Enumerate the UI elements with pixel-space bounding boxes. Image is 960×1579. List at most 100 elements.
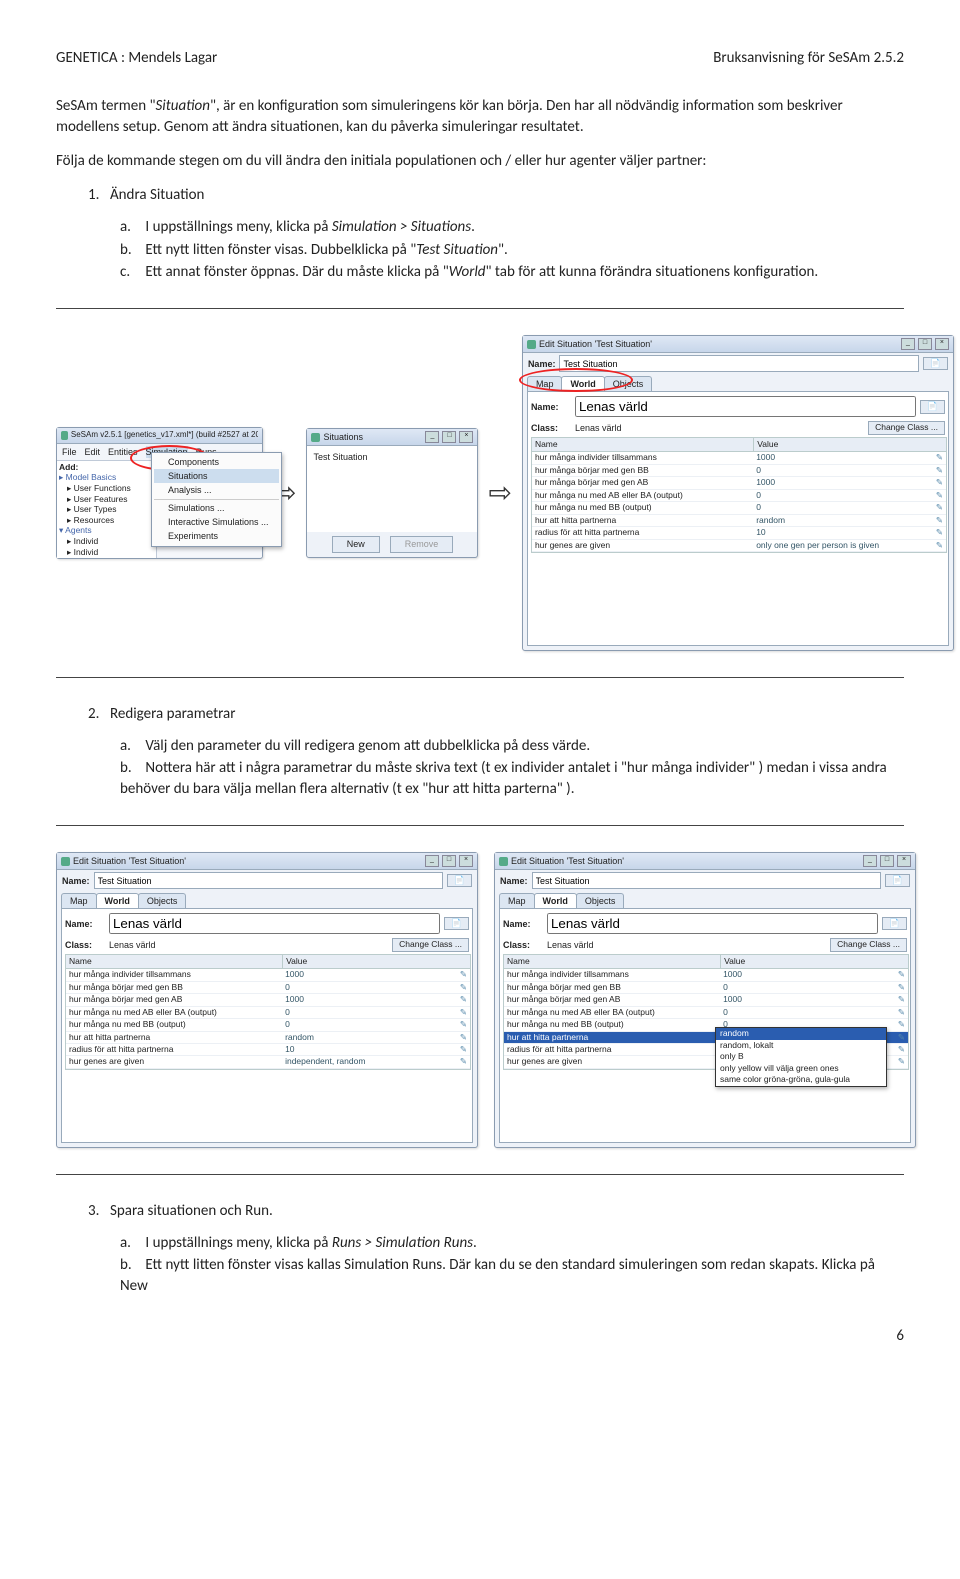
- titlebar[interactable]: Edit Situation 'Test Situation' _ □ ×: [523, 336, 953, 353]
- min-icon[interactable]: _: [425, 855, 439, 867]
- edit-icon[interactable]: ✎: [460, 982, 467, 993]
- prop-value[interactable]: only one gen per person is given ✎: [753, 540, 946, 551]
- note-button[interactable]: 📄: [444, 917, 469, 930]
- table-row[interactable]: hur många nu med AB eller BA (output)0 ✎: [504, 1007, 908, 1019]
- tab-map[interactable]: Map: [499, 893, 535, 908]
- dropdown-opt-yellow-green[interactable]: only yellow vill välja green ones: [716, 1063, 886, 1074]
- min-icon[interactable]: _: [863, 855, 877, 867]
- edit-icon[interactable]: ✎: [898, 1056, 905, 1067]
- table-row[interactable]: hur många nu med AB eller BA (output)0 ✎: [532, 490, 946, 502]
- min-icon[interactable]: _: [425, 431, 439, 443]
- popup-experiments[interactable]: Experiments: [154, 529, 279, 543]
- tab-objects[interactable]: Objects: [576, 893, 625, 908]
- titlebar[interactable]: Edit Situation 'Test Situation' _ □ ×: [495, 853, 915, 870]
- edit-icon[interactable]: ✎: [898, 994, 905, 1005]
- prop-value[interactable]: 1000 ✎: [753, 477, 946, 488]
- menu-entities[interactable]: Entities: [108, 446, 138, 458]
- table-row[interactable]: radius för att hitta partnerna10 ✎: [532, 527, 946, 539]
- min-icon[interactable]: _: [901, 338, 915, 350]
- edit-icon[interactable]: ✎: [460, 1007, 467, 1018]
- prop-value[interactable]: 0 ✎: [753, 502, 946, 513]
- edit-icon[interactable]: ✎: [460, 969, 467, 980]
- table-row[interactable]: hur många börjar med gen AB1000 ✎: [504, 994, 908, 1006]
- edit-icon[interactable]: ✎: [460, 994, 467, 1005]
- table-row[interactable]: hur många börjar med gen BB0 ✎: [504, 982, 908, 994]
- property-table[interactable]: Name Value hur många individer tillsamma…: [65, 954, 471, 1070]
- menu-edit[interactable]: Edit: [85, 446, 101, 458]
- prop-value[interactable]: random ✎: [282, 1032, 470, 1043]
- edit-icon[interactable]: ✎: [936, 527, 943, 538]
- situation-name-input[interactable]: [94, 872, 444, 889]
- prop-value[interactable]: 1000 ✎: [282, 969, 470, 980]
- table-row[interactable]: hur många individer tillsammans1000 ✎: [504, 969, 908, 981]
- table-row[interactable]: hur genes are givenonly one gen per pers…: [532, 540, 946, 552]
- edit-icon[interactable]: ✎: [898, 969, 905, 980]
- edit-icon[interactable]: ✎: [460, 1032, 467, 1043]
- close-icon[interactable]: ×: [459, 431, 473, 443]
- table-row[interactable]: radius för att hitta partnerna10 ✎: [66, 1044, 470, 1056]
- table-row[interactable]: hur många nu med AB eller BA (output)0 ✎: [66, 1007, 470, 1019]
- table-row[interactable]: hur många börjar med gen BB0 ✎: [66, 982, 470, 994]
- tab-objects[interactable]: Objects: [138, 893, 187, 908]
- popup-situations[interactable]: Situations: [154, 469, 279, 483]
- property-table[interactable]: Name Value hur många individer tillsamma…: [531, 437, 947, 553]
- prop-value[interactable]: 1000 ✎: [753, 452, 946, 463]
- tree-user-features[interactable]: User Features: [74, 494, 128, 504]
- world-name-input[interactable]: [547, 913, 878, 934]
- tree-resources[interactable]: Resources: [74, 515, 115, 525]
- prop-value[interactable]: 0 ✎: [282, 1019, 470, 1030]
- prop-value[interactable]: 1000 ✎: [720, 994, 908, 1005]
- edit-icon[interactable]: ✎: [898, 1019, 905, 1030]
- prop-value[interactable]: 0 ✎: [753, 465, 946, 476]
- titlebar[interactable]: Edit Situation 'Test Situation' _ □ ×: [57, 853, 477, 870]
- table-row[interactable]: hur många börjar med gen AB1000 ✎: [532, 477, 946, 489]
- tree-agents[interactable]: Agents: [65, 525, 91, 535]
- prop-value[interactable]: 10 ✎: [753, 527, 946, 538]
- situation-name-input[interactable]: [559, 355, 919, 372]
- tree-user-types[interactable]: User Types: [74, 504, 117, 514]
- table-row[interactable]: hur många individer tillsammans1000 ✎: [532, 452, 946, 464]
- popup-simulations[interactable]: Simulations ...: [154, 499, 279, 515]
- world-name-input[interactable]: [575, 396, 916, 417]
- edit-icon[interactable]: ✎: [898, 1007, 905, 1018]
- edit-icon[interactable]: ✎: [936, 477, 943, 488]
- table-row[interactable]: hur att hitta partnernarandom ✎: [66, 1032, 470, 1044]
- note-button[interactable]: 📄: [882, 917, 907, 930]
- edit-icon[interactable]: ✎: [936, 465, 943, 476]
- prop-value[interactable]: 0 ✎: [720, 982, 908, 993]
- edit-icon[interactable]: ✎: [898, 1032, 905, 1043]
- tab-world[interactable]: World: [534, 893, 577, 908]
- world-name-input[interactable]: [109, 913, 440, 934]
- titlebar[interactable]: Situations _ □ ×: [307, 429, 477, 446]
- prop-value[interactable]: 0 ✎: [282, 982, 470, 993]
- table-row[interactable]: hur att hitta partnernarandom ✎: [532, 515, 946, 527]
- max-icon[interactable]: □: [880, 855, 894, 867]
- titlebar[interactable]: SeSAm v2.5.1 [genetics_v17.xml*] (build …: [57, 428, 262, 444]
- edit-icon[interactable]: ✎: [936, 502, 943, 513]
- dropdown-opt-only-b[interactable]: only B: [716, 1051, 886, 1062]
- note-button[interactable]: 📄: [923, 357, 948, 370]
- edit-icon[interactable]: ✎: [936, 515, 943, 526]
- tree-model-basics[interactable]: Model Basics: [66, 472, 117, 482]
- tree-individ1[interactable]: Individ: [74, 536, 99, 546]
- prop-value[interactable]: 1000 ✎: [720, 969, 908, 980]
- situations-list[interactable]: Test Situation: [307, 446, 477, 532]
- situation-name-input[interactable]: [532, 872, 882, 889]
- tree-user-functions[interactable]: User Functions: [74, 483, 131, 493]
- edit-icon[interactable]: ✎: [460, 1056, 467, 1067]
- change-class-button[interactable]: Change Class ...: [392, 938, 469, 951]
- table-row[interactable]: hur många börjar med gen BB0 ✎: [532, 465, 946, 477]
- tab-map[interactable]: Map: [61, 893, 97, 908]
- close-icon[interactable]: ×: [935, 338, 949, 350]
- prop-value[interactable]: 0 ✎: [753, 490, 946, 501]
- prop-value[interactable]: 0 ✎: [720, 1007, 908, 1018]
- remove-button[interactable]: Remove: [390, 536, 454, 552]
- edit-icon[interactable]: ✎: [936, 490, 943, 501]
- table-row[interactable]: hur många börjar med gen AB1000 ✎: [66, 994, 470, 1006]
- table-row[interactable]: hur genes are givenindependent, random ✎: [66, 1056, 470, 1068]
- tab-world[interactable]: World: [561, 376, 604, 391]
- tab-objects[interactable]: Objects: [604, 376, 653, 391]
- prop-value[interactable]: random ✎: [753, 515, 946, 526]
- close-icon[interactable]: ×: [459, 855, 473, 867]
- max-icon[interactable]: □: [442, 431, 456, 443]
